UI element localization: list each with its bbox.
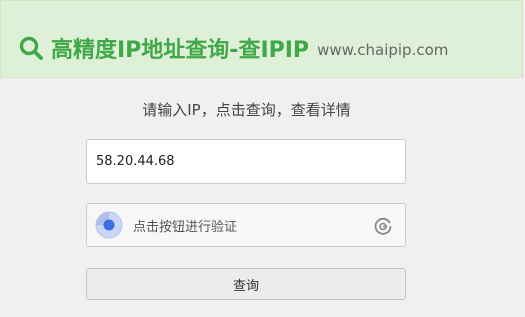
- captcha-dot-icon: [95, 211, 123, 239]
- captcha-label: 点击按钮进行验证: [133, 219, 238, 235]
- site-domain: www.chaipip.com: [317, 41, 449, 59]
- query-button[interactable]: 查询: [86, 268, 406, 300]
- header-brand: 高精度IP地址查询-查IPIP www.chaipip.com: [18, 32, 448, 64]
- search-icon: [19, 36, 43, 60]
- ip-input[interactable]: [86, 139, 406, 184]
- site-title: 高精度IP地址查询-查IPIP: [51, 38, 310, 63]
- captcha-verify-button[interactable]: 点击按钮进行验证: [86, 203, 406, 247]
- site-header: 高精度IP地址查询-查IPIP www.chaipip.com: [0, 0, 523, 78]
- form-instruction: 请输入IP，点击查询，查看详情: [142, 101, 351, 119]
- refresh-icon[interactable]: [373, 216, 393, 236]
